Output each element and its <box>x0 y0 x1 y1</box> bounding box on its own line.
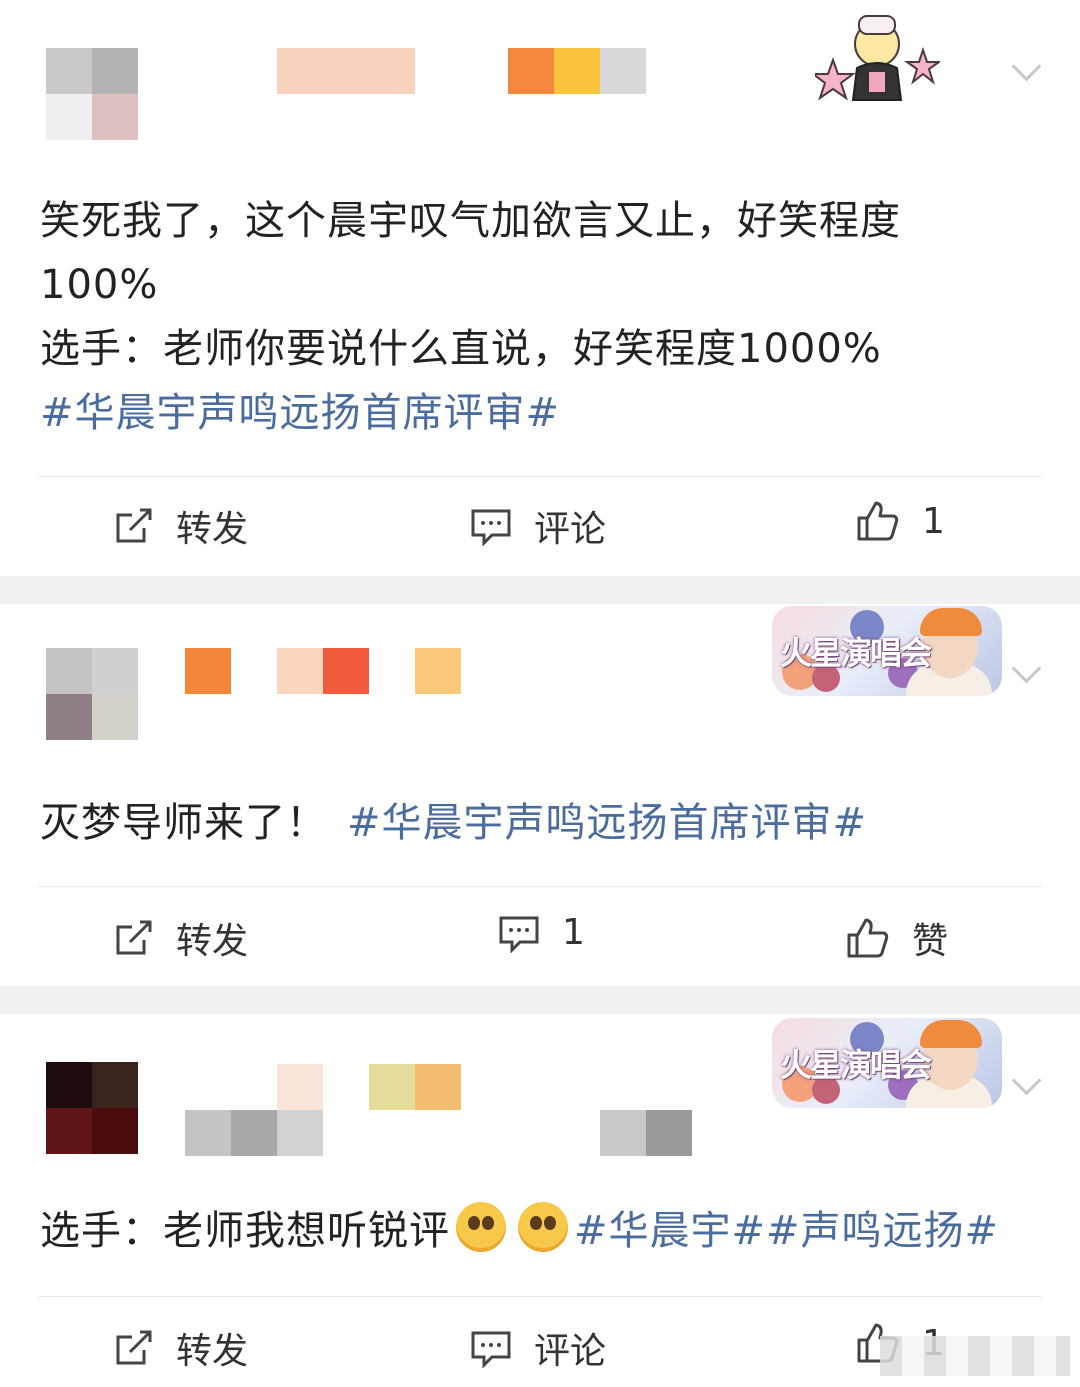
post-separator <box>0 986 1080 1014</box>
user-badges-pixelated <box>277 648 369 694</box>
comment-icon <box>471 509 511 546</box>
concert-badge: 火星演唱会 <box>772 606 1002 696</box>
post-body: 灭梦导师来了！ <box>40 800 327 846</box>
user-badge-pixelated <box>415 648 461 694</box>
comment-icon <box>499 916 539 953</box>
like-label: 赞 <box>912 921 949 962</box>
comment-button[interactable]: 1 <box>498 912 585 953</box>
concert-badge: 火星演唱会 <box>772 1018 1002 1108</box>
anime-sticker-icon <box>810 8 943 108</box>
badge-title: 火星演唱会 <box>780 634 932 672</box>
post-text-line-2: 100% <box>40 262 159 308</box>
user-tagline-pixelated <box>185 1110 323 1156</box>
hashtag-link[interactable]: #华晨宇声鸣远扬首席评审# <box>40 382 560 444</box>
repost-button[interactable]: 转发 <box>114 912 248 964</box>
user-badges-pixelated <box>369 1064 461 1110</box>
repost-icon <box>116 1330 152 1365</box>
avatar[interactable] <box>46 1062 138 1154</box>
post-card-1: 笑死我了，这个晨宇叹气加欲言又止，好笑程度 100% 选手：老师你要说什么直说，… <box>0 0 1080 576</box>
divider <box>38 886 1042 887</box>
like-count: 1 <box>922 500 945 542</box>
chevron-down-icon[interactable] <box>1011 51 1042 82</box>
pleading-face-emoji-icon <box>456 1202 506 1252</box>
chevron-down-icon[interactable] <box>1011 1065 1042 1096</box>
avatar[interactable] <box>46 648 138 740</box>
user-badges-pixelated <box>508 48 646 94</box>
username-pixelated[interactable] <box>277 1064 323 1110</box>
repost-label: 转发 <box>176 509 249 550</box>
post-text: 灭梦导师来了！ #华晨宇声鸣远扬首席评审# <box>40 792 867 854</box>
like-button[interactable]: 1 <box>856 500 945 542</box>
username-pixelated[interactable] <box>185 648 231 694</box>
comment-button[interactable]: 评论 <box>470 1322 606 1374</box>
repost-button[interactable]: 转发 <box>114 500 248 552</box>
divider <box>38 1296 1042 1297</box>
repost-button[interactable]: 转发 <box>114 1322 248 1374</box>
repost-label: 转发 <box>176 1331 249 1372</box>
post-card-3: 火星演唱会 选手：老师我想听锐评#华晨宇##声鸣远扬# 转发 评论 1 <box>0 1014 1080 1387</box>
post-card-2: 火星演唱会 灭梦导师来了！ #华晨宇声鸣远扬首席评审# 转发 1 赞 <box>0 604 1080 986</box>
comment-button[interactable]: 评论 <box>470 500 606 552</box>
avatar[interactable] <box>46 48 138 140</box>
comment-count: 1 <box>562 912 585 953</box>
chevron-down-icon[interactable] <box>1011 653 1042 684</box>
thumbs-up-icon <box>847 918 889 958</box>
username-pixelated[interactable] <box>277 48 415 94</box>
post-text-line-1: 笑死我了，这个晨宇叹气加欲言又止，好笑程度 <box>40 198 901 244</box>
post-text: 选手：老师我想听锐评 #华晨宇##声鸣远扬# <box>40 1200 999 1262</box>
repost-icon <box>116 508 152 543</box>
comment-label: 评论 <box>534 509 607 550</box>
hashtag-link[interactable]: #华晨宇声鸣远扬首席评审# <box>347 800 867 846</box>
pleading-face-emoji-icon <box>518 1202 568 1252</box>
comment-icon <box>471 1331 511 1368</box>
hashtag-link[interactable]: #华晨宇##声鸣远扬# <box>574 1208 999 1254</box>
post-separator <box>0 576 1080 604</box>
repost-label: 转发 <box>176 921 249 962</box>
watermark-pixelated <box>880 1336 1070 1376</box>
post-text-line-3: 选手：老师你要说什么直说，好笑程度1000% <box>40 326 882 372</box>
thumbs-up-icon <box>857 501 899 541</box>
comment-label: 评论 <box>534 1331 607 1372</box>
user-info-pixelated <box>600 1110 692 1156</box>
divider <box>38 476 1042 477</box>
badge-title: 火星演唱会 <box>780 1046 932 1084</box>
repost-icon <box>116 920 152 955</box>
post-body: 选手：老师我想听锐评 <box>40 1208 450 1254</box>
like-button[interactable]: 赞 <box>846 912 948 964</box>
